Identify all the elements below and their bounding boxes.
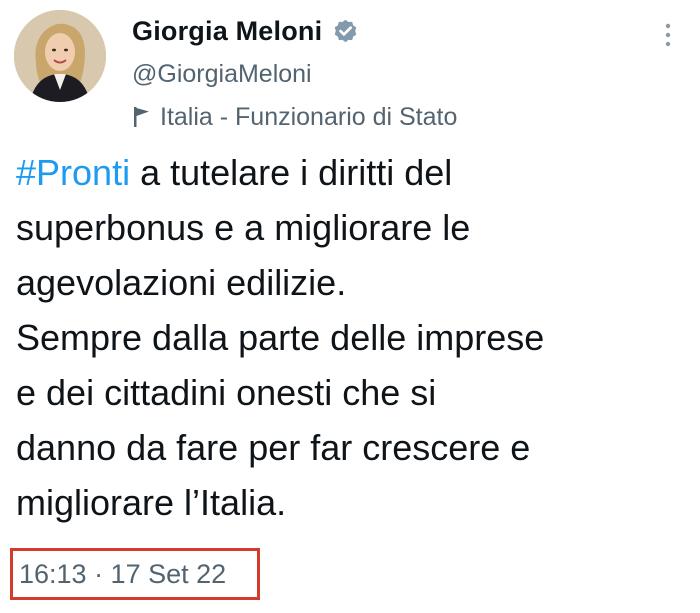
more-vertical-icon[interactable]: [662, 20, 674, 50]
tweet-body: #Pronti a tutelare i diritti del superbo…: [16, 145, 684, 530]
tweet-card: Giorgia Meloni @GiorgiaMeloni Italia - F…: [0, 0, 700, 613]
hashtag-link[interactable]: #Pronti: [16, 152, 130, 193]
tweet-line: agevolazioni edilizie.: [16, 262, 347, 303]
affiliation-text: Italia - Funzionario di Stato: [160, 102, 458, 131]
author-name-row: Giorgia Meloni: [132, 14, 359, 48]
tweet-line: danno da fare per far crescere e: [16, 427, 531, 468]
author-display-name[interactable]: Giorgia Meloni: [132, 16, 322, 47]
tweet-line: Sempre dalla parte delle imprese: [16, 317, 545, 358]
tweet-line: e dei cittadini onesti che si: [16, 372, 437, 413]
tweet-line: #Pronti a tutelare i diritti del: [16, 145, 684, 200]
tweet-line: migliorare l’Italia.: [16, 482, 287, 523]
avatar-portrait: [14, 10, 106, 102]
flag-icon: [132, 105, 152, 129]
tweet-text-segment: a tutelare i diritti del: [130, 152, 453, 193]
timestamp-highlight-box: 16:13 · 17 Set 22: [10, 548, 260, 600]
avatar[interactable]: [14, 10, 106, 102]
tweet-line: superbonus e a migliorare le: [16, 207, 471, 248]
affiliation-label: Italia - Funzionario di Stato: [132, 102, 457, 132]
author-handle[interactable]: @GiorgiaMeloni: [132, 60, 312, 89]
tweet-timestamp[interactable]: 16:13 · 17 Set 22: [19, 559, 226, 590]
verified-badge-icon: [332, 18, 359, 45]
